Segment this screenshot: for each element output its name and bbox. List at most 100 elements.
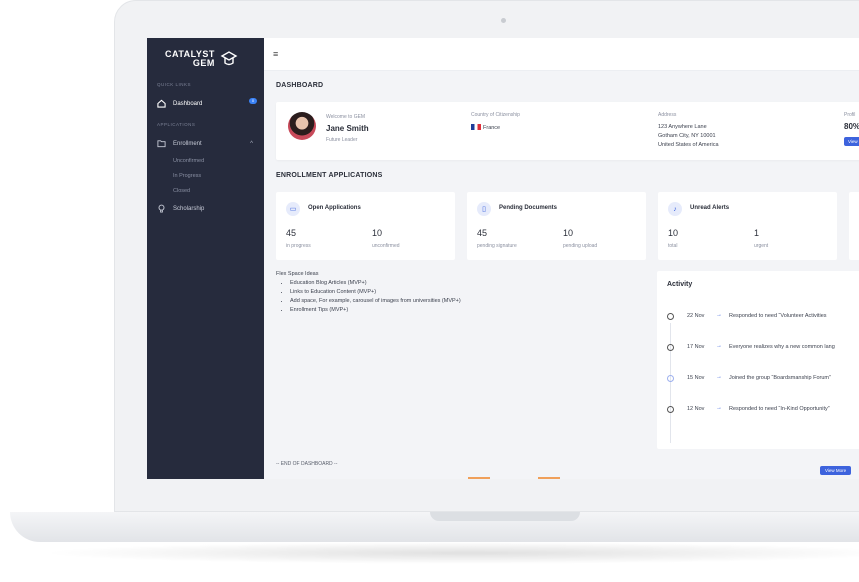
brand-name: CATALYST GEM: [165, 50, 215, 68]
chevron-up-icon[interactable]: ^: [250, 141, 253, 147]
pending-documents-card[interactable]: ▯ Pending Documents 45 pending signature…: [467, 192, 646, 260]
lightbulb-icon: [157, 204, 166, 213]
timeline-dot: [667, 313, 674, 320]
list-item: Enrollment Tips (MVP+): [290, 306, 461, 315]
card-title: Pending Documents: [499, 205, 558, 211]
main-content: ≡ DASHBOARD Welcome to GEM Jane Smith Fu…: [264, 38, 859, 479]
activity-row[interactable]: 12 Nov → Responded to need “In-Kind Oppo…: [667, 404, 859, 414]
activity-row[interactable]: 15 Nov → Joined the group “Boardsmanship…: [667, 373, 859, 383]
card-value-a: 45: [286, 228, 297, 238]
activity-title: Activity: [667, 281, 693, 288]
arrow-right-icon: →: [716, 374, 722, 380]
sidebar-item-dashboard[interactable]: Dashboard 0: [157, 98, 257, 108]
card-label-b: urgent: [754, 243, 769, 249]
activity-row[interactable]: 22 Nov → Responded to need “Volunteer Ac…: [667, 311, 859, 321]
activity-row[interactable]: 17 Nov → Everyone realizes why a new com…: [667, 342, 859, 352]
sidebar-subitem-in-progress[interactable]: In Progress: [173, 173, 201, 179]
welcome-text: Welcome to GEM: [326, 114, 366, 120]
folder-icon: ▭: [286, 202, 300, 216]
activity-date: 17 Nov: [687, 344, 705, 350]
activity-date: 12 Nov: [687, 406, 705, 412]
stat-card-partial: [849, 192, 859, 260]
sidebar-subitem-closed[interactable]: Closed: [173, 188, 190, 194]
address-label: Address: [658, 112, 677, 118]
laptop-mockup: CATALYST GEM QUICK LINKS Dashboard 0 APP…: [0, 0, 859, 582]
profile-card: Welcome to GEM Jane Smith Future Leader …: [276, 102, 859, 160]
graduation-cap-icon: [220, 51, 238, 66]
activity-text: Responded to need “Volunteer Activities: [729, 313, 827, 319]
address-line-1: 123 Anywhere Lane: [658, 124, 707, 130]
camera-dot: [501, 18, 506, 23]
flex-space-title: Flex Space Ideas: [276, 271, 319, 277]
france-flag-icon: [471, 124, 481, 130]
card-label-a: in progress: [286, 243, 311, 249]
unread-alerts-card[interactable]: ♪ Unread Alerts 10 total 1 urgent: [658, 192, 837, 260]
card-label-b: unconfirmed: [372, 243, 400, 249]
activity-text: Responded to need “In-Kind Opportunity”: [729, 406, 830, 412]
hamburger-icon[interactable]: ≡: [273, 49, 278, 59]
card-value-b: 10: [563, 228, 574, 238]
activity-text: Everyone realizes why a new common lang: [729, 344, 835, 350]
sidebar-item-enrollment[interactable]: Enrollment ^: [157, 139, 257, 148]
profile-progress-label: Profil: [844, 112, 856, 118]
view-more-button[interactable]: View More: [820, 466, 852, 475]
address-line-2: Gotham City, NY 10001: [658, 133, 716, 139]
sidebar: CATALYST GEM QUICK LINKS Dashboard 0 APP…: [147, 38, 264, 479]
laptop-shadow: [40, 542, 859, 564]
activity-panel: Activity 22 Nov → Responded to need “Vol…: [657, 271, 859, 475]
card-value-b: 1: [754, 228, 760, 238]
list-item: Add space, For example, carousel of imag…: [290, 297, 461, 306]
card-value-a: 45: [477, 228, 488, 238]
view-profile-button[interactable]: View: [844, 137, 859, 146]
arrow-right-icon: →: [716, 343, 722, 349]
dashboard-badge: 0: [249, 98, 257, 104]
folder-icon: [157, 139, 166, 148]
citizenship-value: France: [471, 124, 500, 131]
arrow-right-icon: →: [716, 312, 722, 318]
list-item: Links to Education Content (MVP+): [290, 288, 461, 297]
laptop-notch: [430, 512, 580, 521]
quick-links-label: QUICK LINKS: [157, 82, 192, 87]
card-label-b: pending upload: [563, 243, 598, 249]
bell-icon: ♪: [668, 202, 682, 216]
sidebar-item-label: Scholarship: [173, 205, 205, 212]
timeline-line: [670, 323, 671, 443]
country-name: France: [483, 125, 501, 131]
address-line-3: United States of America: [658, 142, 719, 148]
applications-label: APPLICATIONS: [157, 122, 196, 127]
flex-space-ideas: Flex Space Ideas Education Blog Articles…: [276, 271, 461, 315]
page-title: DASHBOARD: [276, 82, 324, 89]
brand-logo[interactable]: CATALYST GEM: [165, 46, 239, 72]
app-screen: CATALYST GEM QUICK LINKS Dashboard 0 APP…: [147, 38, 859, 479]
accent-bar: [538, 477, 560, 479]
card-title: Unread Alerts: [690, 205, 730, 211]
home-icon: [157, 99, 166, 108]
card-value-b: 10: [372, 228, 383, 238]
activity-date: 22 Nov: [687, 313, 705, 319]
sidebar-subitem-unconfirmed[interactable]: Unconfirmed: [173, 158, 204, 164]
timeline-dot: [667, 344, 674, 351]
enrollment-title: ENROLLMENT APPLICATIONS: [276, 172, 383, 179]
arrow-right-icon: →: [716, 405, 722, 411]
citizenship-label: Country of Citizenship: [471, 112, 520, 118]
activity-text: Joined the group “Boardsmanship Forum”: [729, 375, 831, 381]
activity-date: 15 Nov: [687, 375, 705, 381]
card-value-a: 10: [668, 228, 679, 238]
top-bar: ≡: [264, 38, 859, 71]
document-icon: ▯: [477, 202, 491, 216]
user-name: Jane Smith: [326, 124, 369, 133]
sidebar-item-scholarship[interactable]: Scholarship: [157, 204, 257, 213]
list-item: Education Blog Articles (MVP+): [290, 279, 461, 288]
brand-line2: GEM: [192, 58, 215, 68]
sidebar-item-label: Dashboard: [173, 100, 203, 107]
avatar[interactable]: [288, 112, 316, 140]
end-of-dashboard: -- END OF DASHBOARD --: [276, 461, 338, 467]
timeline-dot: [667, 406, 674, 413]
user-role: Future Leader: [326, 137, 358, 143]
card-label-a: pending signature: [477, 243, 517, 249]
open-applications-card[interactable]: ▭ Open Applications 45 in progress 10 un…: [276, 192, 455, 260]
profile-progress-value: 80%: [844, 122, 859, 131]
accent-bar: [468, 477, 490, 479]
card-title: Open Applications: [308, 205, 361, 211]
sidebar-item-label: Enrollment: [173, 140, 202, 147]
